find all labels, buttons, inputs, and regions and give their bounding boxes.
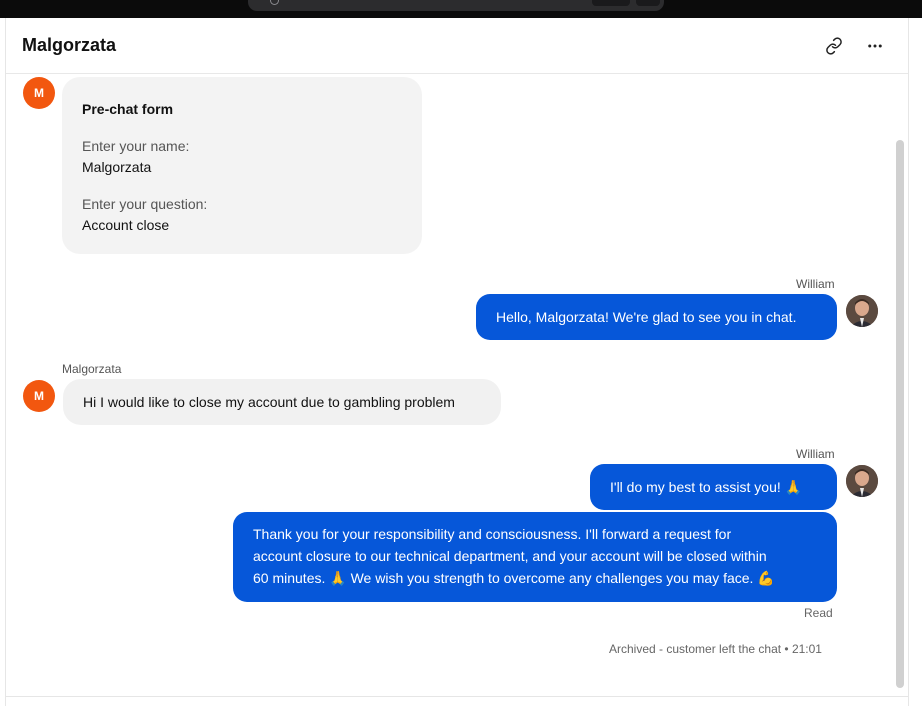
more-options-icon[interactable] [864, 35, 886, 57]
agent-message: Thank you for your responsibility and co… [233, 512, 837, 602]
message-line: Thank you for your responsibility and co… [253, 526, 732, 542]
chat-header: Malgorzata [6, 18, 908, 74]
message-line: 60 minutes. 🙏 We wish you strength to ov… [253, 570, 775, 586]
question-value: Account close [82, 217, 170, 233]
customer-message: Hi I would like to close my account due … [63, 379, 501, 425]
divider [6, 696, 908, 697]
prechat-form-card: Pre-chat form Enter your name: Malgorzat… [62, 77, 422, 254]
name-value: Malgorzata [82, 159, 152, 175]
agent-avatar [846, 295, 878, 327]
chat-title: Malgorzata [22, 35, 117, 55]
link-icon[interactable] [823, 35, 845, 57]
question-label: Enter your question: [82, 196, 208, 212]
shortcut-key [592, 0, 630, 6]
archived-status: Archived - customer left the chat • 21:0… [609, 642, 822, 656]
customer-avatar: M [23, 380, 55, 412]
agent-message: I'll do my best to assist you! 🙏 [590, 464, 837, 510]
message-line: account closure to our technical departm… [253, 548, 767, 564]
search-bar[interactable] [248, 0, 664, 11]
prechat-form-title: Pre-chat form [82, 101, 174, 117]
sender-name: Malgorzata [62, 362, 122, 376]
read-status: Read [804, 606, 833, 620]
sender-name: William [796, 277, 835, 291]
chat-panel: Malgorzata M Pre-chat form Enter your na… [5, 18, 909, 706]
agent-avatar [846, 465, 878, 497]
agent-message: Hello, Malgorzata! We're glad to see you… [476, 294, 837, 340]
top-bar [0, 0, 922, 18]
name-label: Enter your name: [82, 138, 190, 154]
sender-name: William [796, 447, 835, 461]
customer-avatar: M [23, 77, 55, 109]
search-icon [270, 0, 279, 5]
scrollbar[interactable] [896, 140, 904, 688]
shortcut-key [636, 0, 660, 6]
